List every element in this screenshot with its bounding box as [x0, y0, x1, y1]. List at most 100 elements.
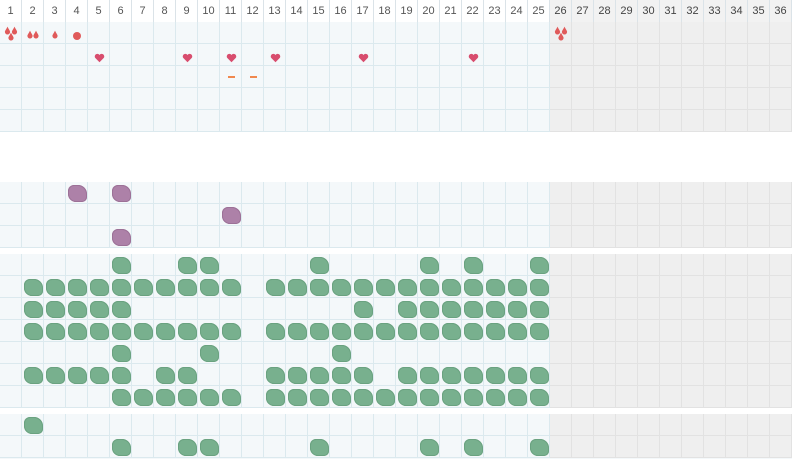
- grid-cell[interactable]: [506, 320, 528, 342]
- grid-cell[interactable]: [22, 298, 44, 320]
- grid-cell[interactable]: [352, 182, 374, 204]
- grid-cell[interactable]: [176, 276, 198, 298]
- grid-cell[interactable]: [154, 436, 176, 458]
- grid-cell[interactable]: [418, 276, 440, 298]
- grid-cell[interactable]: [66, 254, 88, 276]
- grid-cell[interactable]: [550, 44, 572, 66]
- grid-cell[interactable]: [132, 436, 154, 458]
- grid-cell[interactable]: [770, 298, 792, 320]
- grid-cell[interactable]: [330, 342, 352, 364]
- grid-cell[interactable]: [352, 254, 374, 276]
- grid-cell[interactable]: [682, 342, 704, 364]
- grid-cell[interactable]: [308, 110, 330, 132]
- grid-cell[interactable]: [374, 342, 396, 364]
- grid-cell[interactable]: [770, 88, 792, 110]
- grid-cell[interactable]: [396, 298, 418, 320]
- grid-cell[interactable]: [440, 110, 462, 132]
- grid-cell[interactable]: [418, 22, 440, 44]
- grid-cell[interactable]: [528, 364, 550, 386]
- grid-cell[interactable]: [572, 204, 594, 226]
- grid-cell[interactable]: [330, 254, 352, 276]
- grid-cell[interactable]: [330, 204, 352, 226]
- grid-cell[interactable]: [572, 298, 594, 320]
- grid-cell[interactable]: [638, 44, 660, 66]
- grid-cell[interactable]: [242, 342, 264, 364]
- grid-cell[interactable]: [154, 414, 176, 436]
- grid-cell[interactable]: [616, 182, 638, 204]
- grid-cell[interactable]: [330, 386, 352, 408]
- grid-cell[interactable]: [506, 44, 528, 66]
- grid-cell[interactable]: [110, 386, 132, 408]
- grid-cell[interactable]: [132, 342, 154, 364]
- grid-cell[interactable]: [44, 226, 66, 248]
- grid-cell[interactable]: [110, 436, 132, 458]
- grid-cell[interactable]: [418, 110, 440, 132]
- grid-cell[interactable]: [44, 204, 66, 226]
- grid-cell[interactable]: [572, 320, 594, 342]
- grid-cell[interactable]: [352, 22, 374, 44]
- grid-cell[interactable]: [176, 110, 198, 132]
- grid-cell[interactable]: [528, 44, 550, 66]
- grid-cell[interactable]: [22, 254, 44, 276]
- grid-cell[interactable]: [198, 254, 220, 276]
- grid-cell[interactable]: [418, 44, 440, 66]
- grid-cell[interactable]: [198, 364, 220, 386]
- grid-cell[interactable]: [88, 276, 110, 298]
- grid-cell[interactable]: [418, 342, 440, 364]
- grid-cell[interactable]: [396, 226, 418, 248]
- grid-cell[interactable]: [506, 88, 528, 110]
- grid-cell[interactable]: [132, 364, 154, 386]
- grid-cell[interactable]: [682, 436, 704, 458]
- grid-cell[interactable]: [374, 204, 396, 226]
- grid-cell[interactable]: [44, 298, 66, 320]
- grid-cell[interactable]: [506, 66, 528, 88]
- grid-cell[interactable]: [352, 364, 374, 386]
- grid-cell[interactable]: [110, 364, 132, 386]
- grid-cell[interactable]: [770, 22, 792, 44]
- grid-cell[interactable]: [440, 66, 462, 88]
- grid-cell[interactable]: [770, 66, 792, 88]
- grid-cell[interactable]: [264, 88, 286, 110]
- grid-cell[interactable]: [660, 110, 682, 132]
- grid-cell[interactable]: [88, 436, 110, 458]
- grid-cell[interactable]: [748, 204, 770, 226]
- grid-cell[interactable]: [572, 182, 594, 204]
- grid-cell[interactable]: [330, 414, 352, 436]
- grid-cell[interactable]: [462, 276, 484, 298]
- grid-cell[interactable]: [396, 386, 418, 408]
- grid-cell[interactable]: [726, 22, 748, 44]
- grid-cell[interactable]: [220, 364, 242, 386]
- grid-cell[interactable]: [220, 320, 242, 342]
- grid-cell[interactable]: [638, 254, 660, 276]
- grid-cell[interactable]: [506, 414, 528, 436]
- grid-cell[interactable]: [418, 436, 440, 458]
- grid-cell[interactable]: [484, 44, 506, 66]
- grid-cell[interactable]: [264, 66, 286, 88]
- grid-cell[interactable]: [462, 414, 484, 436]
- grid-cell[interactable]: [748, 342, 770, 364]
- grid-cell[interactable]: [462, 88, 484, 110]
- grid-cell[interactable]: [660, 386, 682, 408]
- grid-cell[interactable]: [418, 298, 440, 320]
- grid-cell[interactable]: [374, 88, 396, 110]
- grid-cell[interactable]: [726, 276, 748, 298]
- grid-cell[interactable]: [66, 226, 88, 248]
- grid-cell[interactable]: [0, 226, 22, 248]
- grid-cell[interactable]: [726, 88, 748, 110]
- grid-cell[interactable]: [594, 436, 616, 458]
- grid-cell[interactable]: [396, 276, 418, 298]
- grid-cell[interactable]: [0, 254, 22, 276]
- grid-cell[interactable]: [286, 88, 308, 110]
- grid-cell[interactable]: [286, 204, 308, 226]
- grid-cell[interactable]: [308, 254, 330, 276]
- grid-cell[interactable]: [352, 88, 374, 110]
- grid-cell[interactable]: [286, 110, 308, 132]
- grid-cell[interactable]: [506, 226, 528, 248]
- grid-cell[interactable]: [726, 436, 748, 458]
- grid-cell[interactable]: [638, 386, 660, 408]
- grid-cell[interactable]: [550, 298, 572, 320]
- grid-cell[interactable]: [264, 414, 286, 436]
- grid-cell[interactable]: [660, 436, 682, 458]
- grid-cell[interactable]: [440, 226, 462, 248]
- grid-cell[interactable]: [506, 364, 528, 386]
